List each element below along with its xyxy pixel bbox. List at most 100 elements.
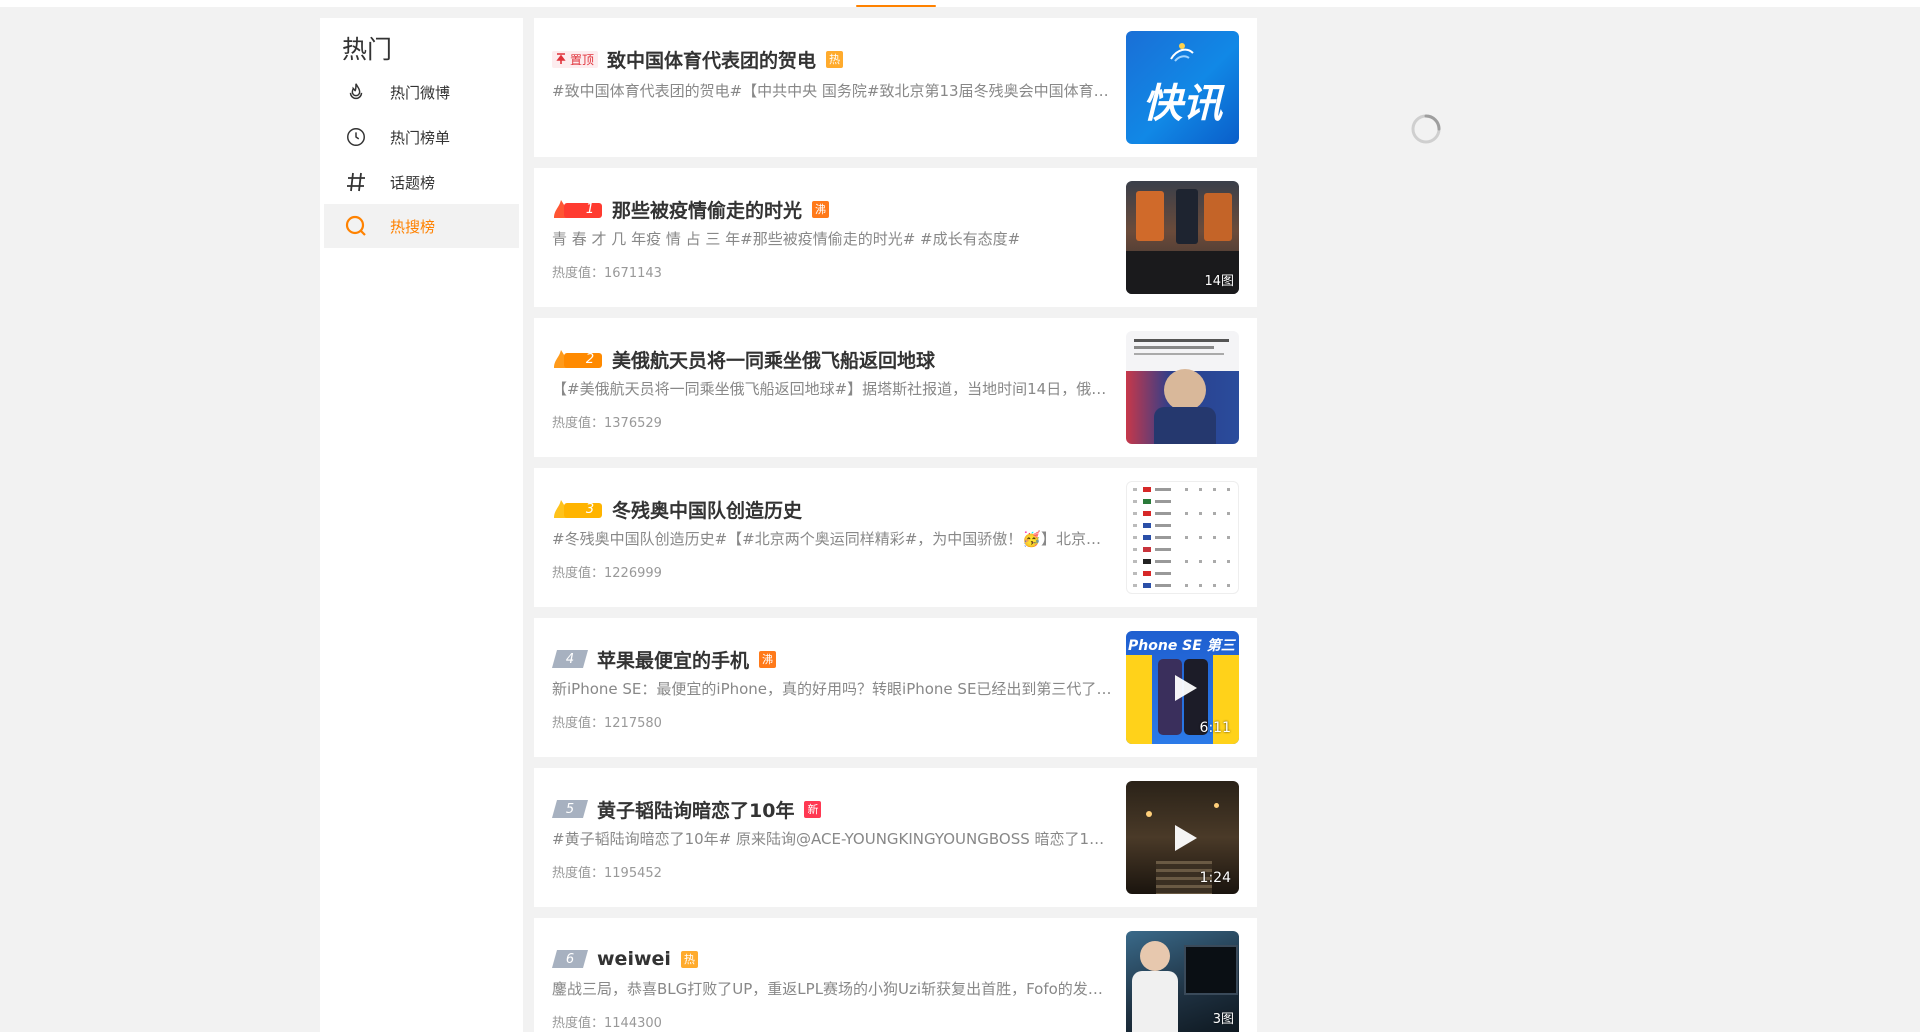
card-thumbnail[interactable]: 3图 bbox=[1126, 931, 1239, 1032]
rank-badge: 4 bbox=[552, 650, 588, 668]
new-tag: 新 bbox=[804, 800, 822, 818]
medal-table-image bbox=[1133, 487, 1230, 588]
sidebar-item-topics[interactable]: 话题榜 bbox=[324, 160, 519, 204]
clock-icon bbox=[344, 125, 368, 149]
pinned-badge: 置顶 bbox=[552, 50, 599, 68]
feed-card[interactable]: 4 苹果最便宜的手机 沸 新iPhone SE：最便宜的iPhone，真的好用吗… bbox=[534, 618, 1257, 757]
video-duration: 1:24 bbox=[1199, 870, 1231, 886]
card-title[interactable]: 黄子韬陆询暗恋了10年 bbox=[597, 796, 794, 823]
heat-value: 热度值：1376529 bbox=[552, 416, 662, 431]
sidebar-item-hot-list[interactable]: 热门榜单 bbox=[324, 115, 519, 159]
photo-detail bbox=[1134, 346, 1214, 349]
feed-card[interactable]: 1 那些被疫情偷走的时光 沸 青 春 才 几 年疫 情 占 三 年#那些被疫情偷… bbox=[534, 168, 1257, 307]
image-count: 14图 bbox=[1204, 274, 1234, 289]
rank-number: 6 bbox=[565, 951, 575, 967]
play-icon[interactable] bbox=[1174, 674, 1197, 701]
heat-value: 热度值：1144300 bbox=[552, 1016, 662, 1031]
card-thumbnail[interactable]: 快讯 bbox=[1126, 31, 1239, 144]
photo-detail bbox=[1126, 655, 1152, 744]
active-nav-indicator bbox=[856, 5, 936, 7]
card-title[interactable]: 那些被疫情偷走的时光 bbox=[612, 196, 802, 223]
rank-number: 5 bbox=[565, 801, 575, 817]
pin-icon bbox=[556, 53, 566, 64]
heat-value: 热度值：1671143 bbox=[552, 266, 662, 281]
pinned-label: 置顶 bbox=[570, 52, 595, 67]
rank-badge: 2 bbox=[552, 348, 604, 370]
image-count: 3图 bbox=[1212, 1012, 1234, 1027]
boil-tag: 沸 bbox=[759, 650, 777, 668]
heat-value: 热度值：1217580 bbox=[552, 716, 662, 731]
rank-badge: 3 bbox=[552, 498, 604, 520]
photo-detail bbox=[1164, 369, 1206, 411]
card-title-row: 6 weiwei 热 bbox=[552, 944, 698, 974]
rank-badge: 1 bbox=[552, 198, 604, 220]
photo-detail bbox=[1154, 407, 1216, 444]
photo-detail bbox=[1132, 971, 1178, 1032]
rank-number: 3 bbox=[585, 501, 595, 517]
card-video-thumbnail[interactable]: Phone SE 第三 6:11 bbox=[1126, 631, 1239, 744]
card-description: 【#美俄航天员将一同乘坐俄飞船返回地球#】据塔斯社报道，当地时间14日，俄罗斯国… bbox=[552, 380, 1112, 398]
thumbnail-text: 快讯 bbox=[1142, 81, 1223, 127]
photo-detail bbox=[1204, 193, 1232, 241]
card-thumbnail[interactable]: 14图 bbox=[1126, 181, 1239, 294]
photo-detail bbox=[1134, 339, 1229, 342]
photo-detail bbox=[1184, 945, 1238, 995]
sidebar-title: 热门 bbox=[342, 35, 393, 64]
photo-detail bbox=[1146, 811, 1152, 817]
card-title[interactable]: 冬残奥中国队创造历史 bbox=[612, 496, 802, 523]
rank-number: 2 bbox=[585, 351, 595, 367]
heat-value: 热度值：1195452 bbox=[552, 866, 662, 881]
card-description: #致中国体育代表团的贺电#【中共中央 国务院#致北京第13届冬残奥会中国体育代表… bbox=[552, 82, 1112, 100]
photo-detail bbox=[1134, 353, 1224, 355]
feed-card[interactable]: 5 黄子韬陆询暗恋了10年 新 #黄子韬陆询暗恋了10年# 原来陆询@ACE-Y… bbox=[534, 768, 1257, 907]
winter-games-logo-icon bbox=[1170, 43, 1194, 62]
rank-number: 1 bbox=[585, 201, 595, 217]
photo-detail bbox=[1214, 803, 1219, 808]
sidebar-item-label: 热门微博 bbox=[390, 83, 451, 102]
card-title[interactable]: 美俄航天员将一同乘坐俄飞船返回地球 bbox=[612, 346, 935, 373]
hashtag-icon bbox=[344, 170, 368, 194]
card-title-row: 3 冬残奥中国队创造历史 bbox=[552, 494, 802, 524]
sidebar-item-hot-search[interactable]: 热搜榜 bbox=[324, 204, 519, 248]
sidebar-item-hot-weibo[interactable]: 热门微博 bbox=[324, 70, 519, 114]
card-title-row: 2 美俄航天员将一同乘坐俄飞船返回地球 bbox=[552, 344, 935, 374]
search-icon bbox=[344, 214, 368, 238]
card-title[interactable]: 苹果最便宜的手机 bbox=[597, 646, 749, 673]
hot-tag: 热 bbox=[680, 950, 698, 968]
photo-detail bbox=[1176, 189, 1198, 244]
card-thumbnail[interactable] bbox=[1126, 481, 1239, 594]
card-title-row: 置顶 致中国体育代表团的贺电 热 bbox=[552, 44, 844, 74]
sidebar-item-label: 话题榜 bbox=[390, 173, 436, 192]
play-icon[interactable] bbox=[1174, 824, 1197, 851]
card-title[interactable]: weiwei bbox=[597, 948, 671, 970]
sidebar-item-label: 热门榜单 bbox=[390, 128, 451, 147]
card-thumbnail[interactable] bbox=[1126, 331, 1239, 444]
photo-detail bbox=[1140, 941, 1170, 971]
card-video-thumbnail[interactable]: 1:24 bbox=[1126, 781, 1239, 894]
card-description: #冬残奥中国队创造历史#【#北京两个奥运同样精彩#，为中国骄傲！🥳】北京冬残奥会… bbox=[552, 530, 1112, 548]
card-title[interactable]: 致中国体育代表团的贺电 bbox=[607, 46, 816, 73]
heat-value: 热度值：1226999 bbox=[552, 566, 662, 581]
feed-card[interactable]: 置顶 致中国体育代表团的贺电 热 #致中国体育代表团的贺电#【中共中央 国务院#… bbox=[534, 18, 1257, 157]
feed-card[interactable]: 6 weiwei 热 鏖战三局，恭喜BLG打败了UP，重返LPL赛场的小狗Uzi… bbox=[534, 918, 1257, 1032]
card-title-row: 4 苹果最便宜的手机 沸 bbox=[552, 644, 777, 674]
boil-tag: 沸 bbox=[812, 200, 830, 218]
card-title-row: 5 黄子韬陆询暗恋了10年 新 bbox=[552, 794, 822, 824]
photo-detail bbox=[1136, 191, 1164, 241]
feed-card[interactable]: 3 冬残奥中国队创造历史 #冬残奥中国队创造历史#【#北京两个奥运同样精彩#，为… bbox=[534, 468, 1257, 607]
loading-spinner-icon bbox=[1411, 114, 1441, 144]
card-description: 鏖战三局，恭喜BLG打败了UP，重返LPL赛场的小狗Uzi斩获复出首胜，Fofo… bbox=[552, 980, 1112, 998]
video-duration: 6:11 bbox=[1199, 720, 1231, 736]
flame-icon bbox=[344, 80, 368, 104]
sidebar-item-label: 热搜榜 bbox=[390, 217, 436, 236]
rank-badge: 6 bbox=[552, 950, 588, 968]
card-description: 新iPhone SE：最便宜的iPhone，真的好用吗？转眼iPhone SE已… bbox=[552, 680, 1112, 698]
rank-badge: 5 bbox=[552, 800, 588, 818]
sidebar: 热门 热门微博 热门榜单 话题榜 热搜榜 bbox=[320, 18, 523, 1032]
feed-card[interactable]: 2 美俄航天员将一同乘坐俄飞船返回地球 【#美俄航天员将一同乘坐俄飞船返回地球#… bbox=[534, 318, 1257, 457]
card-description: #黄子韬陆询暗恋了10年# 原来陆询@ACE-YOUNGKINGYOUNGBOS… bbox=[552, 830, 1112, 848]
hot-tag: 热 bbox=[826, 50, 844, 68]
card-description: 青 春 才 几 年疫 情 占 三 年#那些被疫情偷走的时光# #成长有态度# bbox=[552, 230, 1021, 248]
top-nav-bar bbox=[0, 0, 1920, 7]
thumbnail-text: Phone SE 第三 bbox=[1128, 638, 1235, 654]
